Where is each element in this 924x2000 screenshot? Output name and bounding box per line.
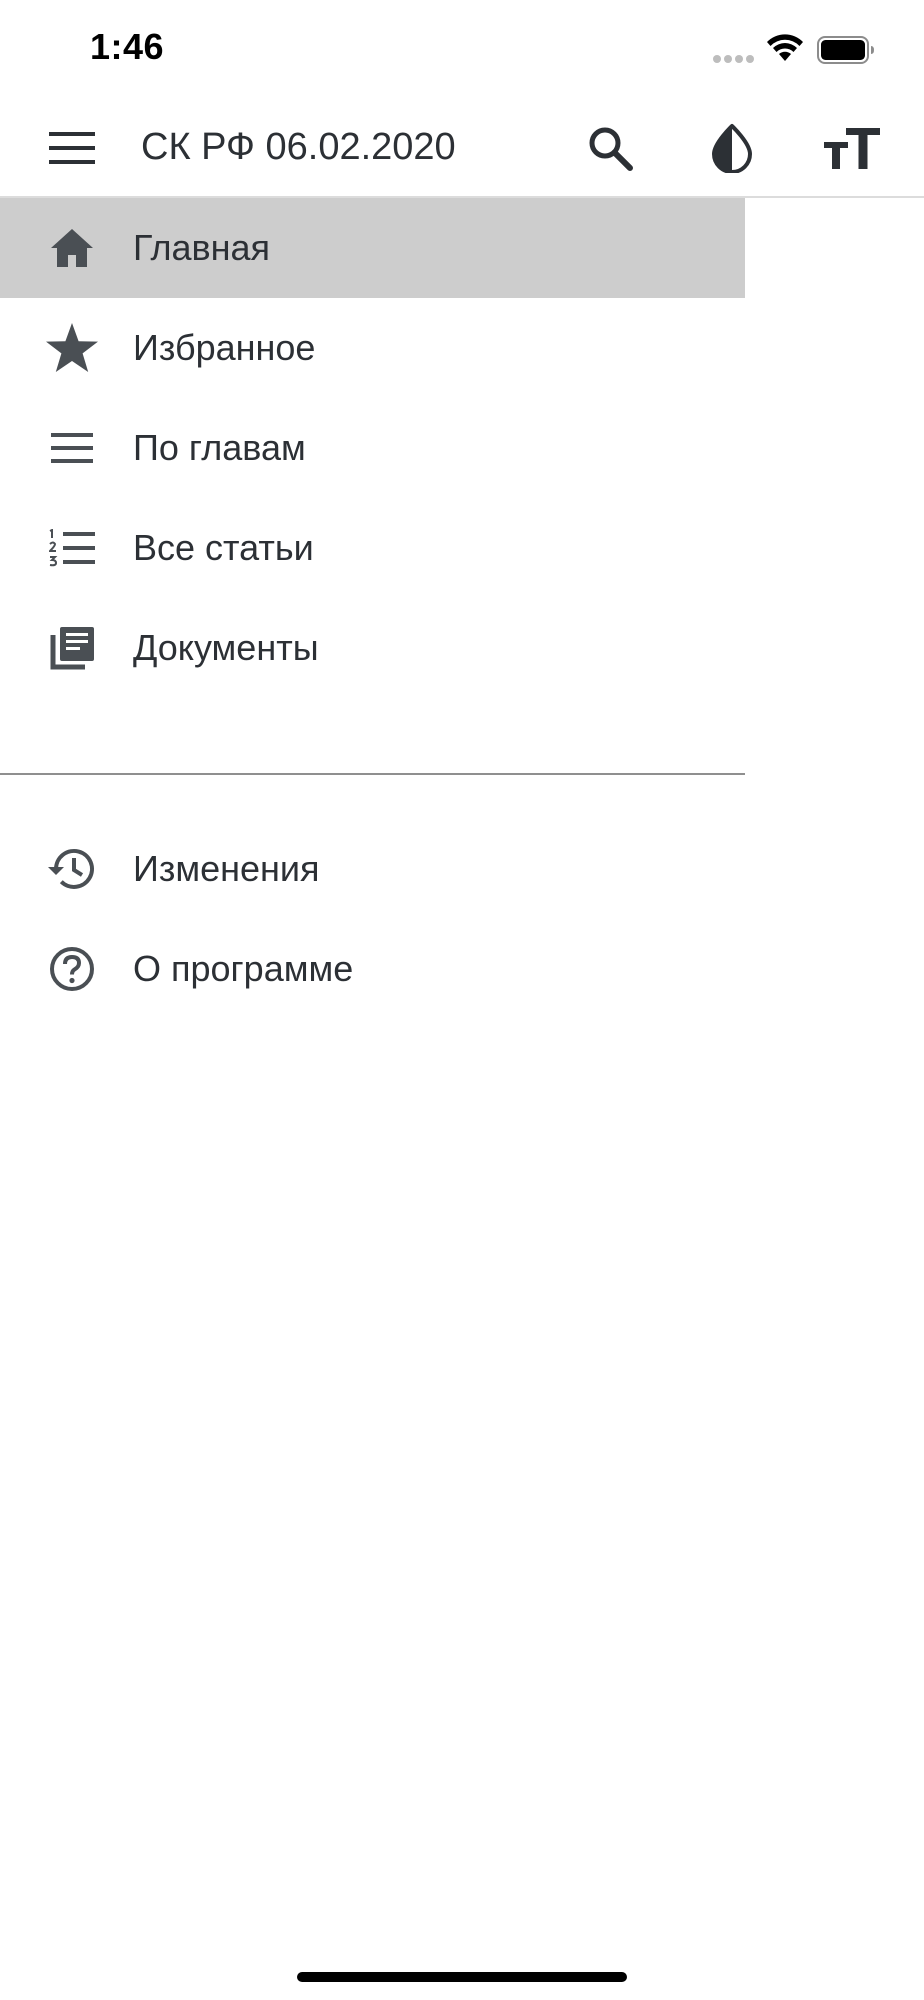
drawer-divider xyxy=(0,773,745,775)
home-icon xyxy=(44,224,100,272)
drawer-item-favorites[interactable]: Избранное xyxy=(0,298,745,398)
app-title: СК РФ 06.02.2020 xyxy=(141,126,456,168)
battery-icon xyxy=(817,36,874,64)
drawer-item-label: Все статьи xyxy=(133,527,314,568)
status-bar: 1:46 xyxy=(0,0,924,100)
star-icon xyxy=(44,323,100,372)
drawer-item-label: Изменения xyxy=(133,848,320,889)
contrast-button[interactable] xyxy=(700,120,764,176)
drawer-item-label: По главам xyxy=(133,427,306,468)
home-indicator[interactable] xyxy=(297,1972,627,1982)
status-time: 1:46 xyxy=(90,26,165,67)
drawer-item-all-articles[interactable]: Все статьи xyxy=(0,498,745,598)
help-icon xyxy=(44,945,100,993)
app-screen: 1:46 СК РФ 06.02.2020 Главная Избранное … xyxy=(0,0,924,2000)
drawer-item-label: Документы xyxy=(133,627,319,668)
text-size-icon xyxy=(824,128,880,169)
menu-icon xyxy=(49,132,95,164)
app-bar: СК РФ 06.02.2020 xyxy=(0,100,924,198)
menu-button[interactable] xyxy=(44,124,100,172)
drawer-item-label: Избранное xyxy=(133,327,316,368)
list-icon xyxy=(44,424,100,472)
drawer-item-about[interactable]: О программе xyxy=(0,919,745,1019)
search-icon xyxy=(589,127,633,171)
contrast-icon xyxy=(712,124,752,173)
navigation-drawer: Главная Избранное По главам Все статьи Д… xyxy=(0,198,745,1019)
history-icon xyxy=(44,845,100,893)
search-button[interactable] xyxy=(578,120,642,176)
drawer-spacer xyxy=(0,698,745,773)
drawer-item-changes[interactable]: Изменения xyxy=(0,819,745,919)
text-size-button[interactable] xyxy=(820,120,884,176)
wifi-icon xyxy=(767,34,803,61)
drawer-item-label: О программе xyxy=(133,948,354,989)
drawer-item-home[interactable]: Главная xyxy=(0,198,745,298)
documents-icon xyxy=(44,624,100,672)
numbered-list-icon xyxy=(44,524,100,572)
drawer-item-documents[interactable]: Документы xyxy=(0,598,745,698)
drawer-item-chapters[interactable]: По главам xyxy=(0,398,745,498)
cellular-signal-icon xyxy=(713,55,757,65)
drawer-item-label: Главная xyxy=(133,227,271,268)
